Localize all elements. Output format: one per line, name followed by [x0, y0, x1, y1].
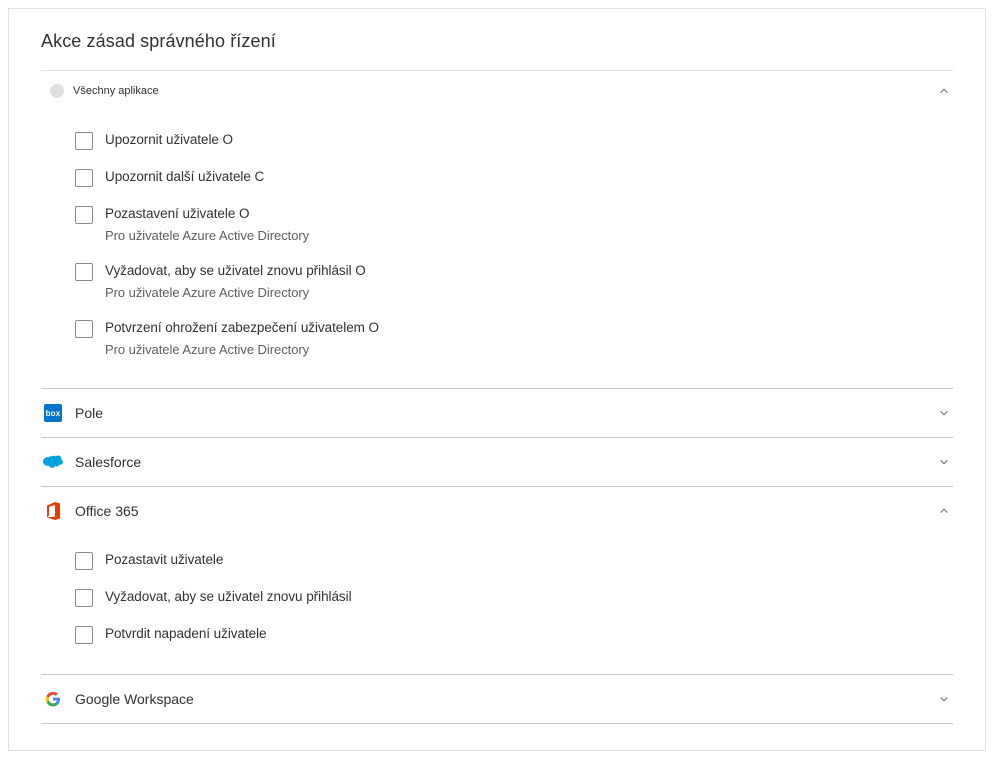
checkbox-suspend-user[interactable]: [75, 206, 93, 224]
action-sublabel: Pro uživatele Azure Active Directory: [105, 227, 309, 244]
action-row: Pozastavit uživatele: [75, 543, 953, 580]
action-row: Vyžadovat, aby se uživatel znovu přihlás…: [75, 254, 953, 311]
section-header-box[interactable]: box Pole: [41, 389, 953, 437]
section-title-office365: Office 365: [75, 503, 939, 519]
section-all-apps: Všechny aplikace Upozornit uživatele O U…: [41, 71, 953, 389]
governance-actions-panel: Akce zásad správného řízení Všechny apli…: [8, 8, 986, 751]
action-row: Upozornit uživatele O: [75, 123, 953, 160]
section-office365: Office 365 Pozastavit uživatele Vyžadova…: [41, 487, 953, 675]
section-title-box: Pole: [75, 405, 939, 421]
checkbox-o365-confirm-compromised[interactable]: [75, 626, 93, 644]
section-salesforce: Salesforce: [41, 438, 953, 487]
action-row: Potvrzení ohrožení zabezpečení uživatele…: [75, 311, 953, 368]
section-title-google: Google Workspace: [75, 691, 939, 707]
section-box: box Pole: [41, 389, 953, 438]
section-body-all-apps: Upozornit uživatele O Upozornit další už…: [41, 107, 953, 388]
checkbox-notify-other-users[interactable]: [75, 169, 93, 187]
chevron-down-icon: [939, 408, 949, 418]
section-title-salesforce: Salesforce: [75, 454, 939, 470]
panel-title: Akce zásad správného řízení: [41, 31, 953, 71]
action-label: Pozastavit uživatele: [105, 551, 223, 569]
checkbox-o365-suspend-user[interactable]: [75, 552, 93, 570]
chevron-up-icon: [939, 86, 949, 96]
action-sublabel: Pro uživatele Azure Active Directory: [105, 341, 379, 358]
checkbox-notify-user[interactable]: [75, 132, 93, 150]
section-body-office365: Pozastavit uživatele Vyžadovat, aby se u…: [41, 535, 953, 674]
chevron-up-icon: [939, 506, 949, 516]
all-apps-icon: [49, 83, 65, 99]
action-row: Upozornit další uživatele C: [75, 160, 953, 197]
action-label: Potvrdit napadení uživatele: [105, 625, 267, 643]
action-label: Vyžadovat, aby se uživatel znovu přihlás…: [105, 262, 366, 280]
action-row: Vyžadovat, aby se uživatel znovu přihlás…: [75, 580, 953, 617]
section-header-salesforce[interactable]: Salesforce: [41, 438, 953, 486]
chevron-down-icon: [939, 694, 949, 704]
chevron-down-icon: [939, 457, 949, 467]
action-label: Vyžadovat, aby se uživatel znovu přihlás…: [105, 588, 352, 606]
checkbox-require-signin[interactable]: [75, 263, 93, 281]
action-label: Pozastavení uživatele O: [105, 205, 309, 223]
action-sublabel: Pro uživatele Azure Active Directory: [105, 284, 366, 301]
checkbox-confirm-compromised[interactable]: [75, 320, 93, 338]
box-app-icon: box: [43, 403, 63, 423]
section-google-workspace: Google Workspace: [41, 675, 953, 724]
section-title-all-apps: Všechny aplikace: [73, 85, 939, 97]
salesforce-app-icon: [43, 452, 63, 472]
action-label: Upozornit uživatele O: [105, 131, 233, 149]
action-label: Potvrzení ohrožení zabezpečení uživatele…: [105, 319, 379, 337]
office365-app-icon: [43, 501, 63, 521]
checkbox-o365-require-signin[interactable]: [75, 589, 93, 607]
action-label: Upozornit další uživatele C: [105, 168, 264, 186]
section-header-google[interactable]: Google Workspace: [41, 675, 953, 723]
google-workspace-app-icon: [43, 689, 63, 709]
section-header-all-apps[interactable]: Všechny aplikace: [41, 71, 953, 107]
section-header-office365[interactable]: Office 365: [41, 487, 953, 535]
action-row: Potvrdit napadení uživatele: [75, 617, 953, 654]
action-row: Pozastavení uživatele O Pro uživatele Az…: [75, 197, 953, 254]
